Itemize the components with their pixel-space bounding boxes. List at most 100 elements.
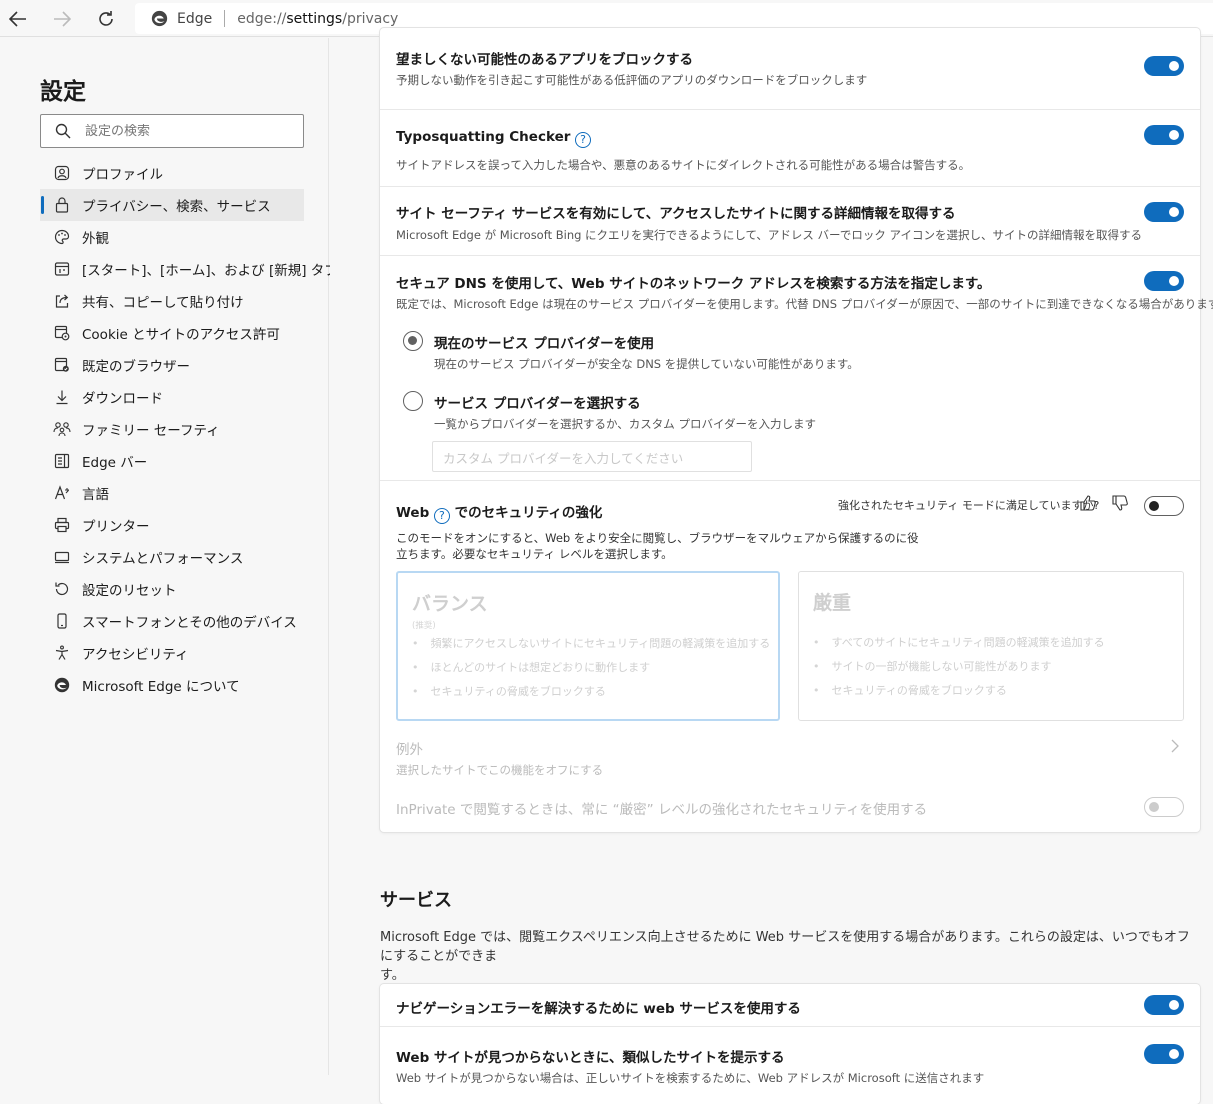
page-title: 設定 <box>40 79 86 105</box>
sidebar-item-reset-settings[interactable]: 設定のリセット <box>40 573 304 605</box>
url-host: settings <box>286 10 343 27</box>
secure-dns-toggle[interactable] <box>1144 271 1184 291</box>
balanced-level-option[interactable]: バランス (推奨) 頻繁にアクセスしないサイトにセキュリティ問題の軽減策を追加す… <box>396 571 780 721</box>
sidebar-item-profile[interactable]: プロファイル <box>40 157 304 189</box>
sidebar-item-printers[interactable]: プリンター <box>40 509 304 541</box>
share-icon <box>53 293 71 309</box>
setting-title: 望ましくない可能性のあるアプリをブロックする <box>396 52 693 68</box>
setting-row-nav-error: ナビゲーションエラーを解決するために web サービスを使用する <box>380 984 1200 1027</box>
setting-description-1: このモードをオンにすると、Web をより安全に閲覧し、ブラウザーをマルウェアから… <box>396 531 919 545</box>
sidebar-item-share-copy[interactable]: 共有、コピーして貼り付け <box>40 285 304 317</box>
search-input[interactable] <box>85 123 285 139</box>
setting-title: ナビゲーションエラーを解決するために web サービスを使用する <box>396 1001 801 1017</box>
radio-description: 現在のサービス プロバイダーが安全な DNS を提供していない可能性があります。 <box>434 357 859 371</box>
settings-content: 望ましくない可能性のあるアプリをブロックする 予期しない動作を引き起こす可能性が… <box>330 28 1213 1104</box>
sidebar-item-family-safety[interactable]: ファミリー セーフティ <box>40 413 304 445</box>
setting-description: サイトアドレスを誤って入力した場合や、悪意のあるサイトにダイレクトされる可能性が… <box>396 158 971 172</box>
exceptions-description: 選択したサイトでこの機能をオフにする <box>396 763 604 777</box>
sidebar-item-appearance[interactable]: 外観 <box>40 221 304 253</box>
help-icon[interactable]: ? <box>575 131 592 148</box>
inprivate-strict-toggle[interactable] <box>1144 797 1184 817</box>
setting-description: Microsoft Edge が Microsoft Bing にクエリを実行で… <box>396 228 1142 242</box>
similar-site-toggle[interactable] <box>1144 1044 1184 1064</box>
radio-label: サービス プロバイダーを選択する <box>434 396 641 412</box>
refresh-button[interactable] <box>92 5 120 33</box>
sidebar-item-label: 設定のリセット <box>82 583 177 599</box>
sidebar-item-system-performance[interactable]: システムとパフォーマンス <box>40 541 304 573</box>
feedback-prompt: 強化されたセキュリティ モードに満足していますか? <box>838 499 1100 512</box>
edge-bar-icon <box>53 453 71 469</box>
pua-toggle[interactable] <box>1144 56 1184 76</box>
enhanced-security-toggle[interactable] <box>1144 496 1184 516</box>
level-features: 頻繁にアクセスしないサイトにセキュリティ問題の軽減策を追加する ほとんどのサイト… <box>412 635 771 707</box>
url-scheme: edge:// <box>237 10 287 27</box>
sidebar-item-start-home-tabs[interactable]: [スタート]、[ホーム]、および [新規] タブ <box>40 253 338 285</box>
exceptions-title: 例外 <box>396 742 423 758</box>
system-icon <box>53 549 71 565</box>
sidebar-item-label: ダウンロード <box>82 391 163 407</box>
site-safety-toggle[interactable] <box>1144 202 1184 222</box>
arrow-left-icon <box>9 11 26 27</box>
setting-row-pua: 望ましくない可能性のあるアプリをブロックする 予期しない動作を引き起こす可能性が… <box>380 28 1200 110</box>
setting-title: Web ? でのセキュリティの強化 <box>396 501 602 524</box>
services-section-title: サービス <box>380 890 452 911</box>
sidebar-item-label: プライバシー、検索、サービス <box>82 199 271 215</box>
sidebar-item-label: スマートフォンとその他のデバイス <box>82 615 297 631</box>
level-feature: セキュリティの脅威をブロックする <box>813 682 1105 706</box>
phone-icon <box>53 613 71 629</box>
lock-icon <box>53 197 71 213</box>
setting-description: 予期しない動作を引き起こす可能性がある低評価のアプリのダウンロードをブロックしま… <box>396 73 868 87</box>
sidebar-item-label: プロファイル <box>82 167 163 183</box>
sidebar-item-label: Edge バー <box>82 455 148 471</box>
help-icon[interactable]: ? <box>433 507 450 524</box>
thumbs-down-icon[interactable] <box>1111 494 1129 512</box>
level-recommended-badge: (推奨) <box>412 621 436 631</box>
nav-error-toggle[interactable] <box>1144 995 1184 1015</box>
setting-row-similar-site: Web サイトが見つからないときに、類似したサイトを提示する Web サイトが見… <box>380 1027 1200 1104</box>
level-feature: セキュリティの脅威をブロックする <box>412 683 770 707</box>
download-icon <box>53 389 71 405</box>
radio-description: 一覧からプロバイダーを選択するか、カスタム プロバイダーを入力します <box>434 417 817 431</box>
custom-dns-provider-input[interactable]: カスタム プロバイダーを入力してください <box>432 441 752 472</box>
sidebar-item-about-edge[interactable]: Microsoft Edge について <box>40 669 304 701</box>
sidebar-item-phone-devices[interactable]: スマートフォンとその他のデバイス <box>40 605 304 637</box>
level-features: すべてのサイトにセキュリティ問題の軽減策を追加する サイトの一部が機能しない可能… <box>813 634 1105 706</box>
sidebar-item-label: [スタート]、[ホーム]、および [新規] タブ <box>82 263 338 279</box>
sidebar-item-label: 言語 <box>82 487 109 503</box>
sidebar-item-label: Cookie とサイトのアクセス許可 <box>82 327 280 343</box>
sidebar-item-downloads[interactable]: ダウンロード <box>40 381 304 413</box>
address-divider <box>224 10 226 27</box>
setting-description-2: 立ちます。必要なセキュリティ レベルを選択します。 <box>396 547 673 561</box>
refresh-icon <box>99 11 113 26</box>
sidebar-item-default-browser[interactable]: 既定のブラウザー <box>40 349 304 381</box>
sidebar-item-label: 既定のブラウザー <box>82 359 190 375</box>
services-card: ナビゲーションエラーを解決するために web サービスを使用する Web サイト… <box>380 984 1200 1104</box>
forward-button[interactable] <box>48 5 76 33</box>
services-section-description: Microsoft Edge では、閲覧エクスペリエンス向上させるために Web… <box>380 928 1200 985</box>
setting-row-site-safety: サイト セーフティ サービスを有効にして、アクセスしたサイトに関する詳細情報を取… <box>380 187 1200 256</box>
sidebar-item-cookies[interactable]: Cookie とサイトのアクセス許可 <box>40 317 304 349</box>
typosquatting-toggle[interactable] <box>1144 125 1184 145</box>
setting-title: Typosquatting Checker ? <box>396 129 592 148</box>
setting-description: 既定では、Microsoft Edge は現在のサービス プロバイダーを使用しま… <box>396 297 1213 311</box>
sidebar-item-languages[interactable]: 言語 <box>40 477 304 509</box>
reset-icon <box>53 581 71 597</box>
sidebar-item-accessibility[interactable]: アクセシビリティ <box>40 637 304 669</box>
sidebar-item-label: ファミリー セーフティ <box>82 423 220 439</box>
dns-choose-provider-radio[interactable] <box>403 391 423 411</box>
settings-sidebar: 設定 プロファイル プライバシー、検索、サービス 外観 [スタート]、[ホーム]… <box>0 38 338 1075</box>
dns-current-provider-radio[interactable] <box>403 331 423 351</box>
accessibility-icon <box>53 645 71 661</box>
setting-description: Web サイトが見つからない場合は、正しいサイトを検索するために、Web アドレ… <box>396 1071 985 1085</box>
settings-search[interactable] <box>40 114 304 148</box>
edge-logo-icon <box>151 10 168 27</box>
browser-icon <box>53 357 71 373</box>
site-label: Edge <box>177 10 213 27</box>
strict-level-option[interactable]: 厳重 すべてのサイトにセキュリティ問題の軽減策を追加する サイトの一部が機能しな… <box>798 571 1184 721</box>
back-button[interactable] <box>4 5 32 33</box>
sidebar-menu: プロファイル プライバシー、検索、サービス 外観 [スタート]、[ホーム]、およ… <box>40 157 338 701</box>
sidebar-item-edge-bar[interactable]: Edge バー <box>40 445 304 477</box>
chevron-right-icon[interactable] <box>1170 739 1180 753</box>
thumbs-up-icon[interactable] <box>1079 494 1097 512</box>
sidebar-item-privacy[interactable]: プライバシー、検索、サービス <box>40 189 304 221</box>
